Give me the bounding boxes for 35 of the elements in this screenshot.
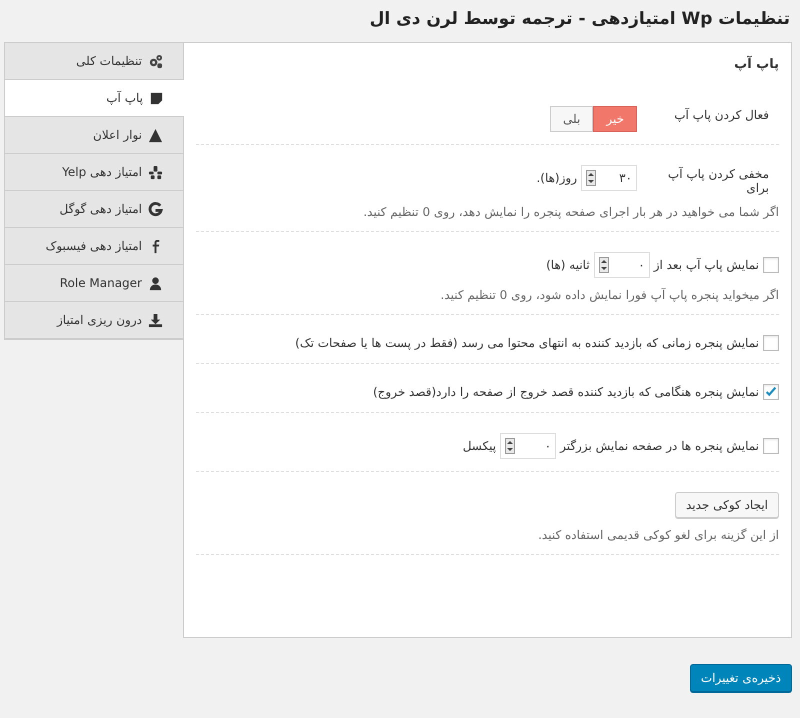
sidebar-tab[interactable]: پاپ آپ	[5, 80, 184, 117]
checkbox-label: نمایش پنجره ها در صفحه نمایش بزرگتر	[560, 439, 759, 453]
number-field[interactable]: ۰	[500, 433, 556, 459]
toggle-option[interactable]: بلی	[550, 106, 594, 132]
unit-label: روز(ها).	[536, 171, 577, 185]
g-letter-icon	[148, 202, 163, 216]
gears-icon	[148, 54, 163, 68]
unit-label: ثانیه (ها)	[546, 258, 590, 272]
save-button[interactable]: ذخیره‌ی تغییرات	[690, 664, 792, 692]
number-field[interactable]: ۳۰	[581, 165, 637, 191]
download-icon	[148, 312, 163, 328]
unit-label: پیکسل	[462, 439, 496, 453]
number-field[interactable]: ۰	[594, 252, 650, 278]
field-label: فعال کردن پاپ آپ	[673, 106, 770, 122]
warning-icon	[148, 128, 163, 142]
section-title: پاپ آپ	[733, 54, 779, 74]
field-description: از این گزینه برای لغو کوکی قدیمی استفاده کنید.	[537, 528, 779, 542]
field-description: اگر شما می خواهید در هر بار اجرای صفحه پنجره را نمایش دهد، روی 0 تنظیم کنید.	[362, 205, 779, 219]
new-cookie-button[interactable]: ایجاد کوکی جدید	[674, 492, 779, 518]
checkbox-label: نمایش پنجره زمانی که بازدید کننده به انتهای محتوا می رسد (فقط در پست ها یا صفحات تک)	[295, 336, 759, 350]
spinner-icon	[598, 257, 609, 273]
checkbox[interactable]	[763, 384, 779, 400]
field-description: اگر میخواید پنجره پاپ آپ فورا نمایش داده شود، روی 0 تنظیم کنید.	[440, 288, 779, 302]
checkbox[interactable]	[763, 438, 779, 454]
spinner-icon	[505, 438, 516, 454]
note-icon	[149, 90, 164, 106]
checkbox[interactable]	[763, 257, 779, 273]
checkbox[interactable]	[763, 335, 779, 351]
field-label: مخفی کردن پاپ آپ برای	[666, 166, 770, 195]
checkbox-label: نمایش پنجره هنگامی که بازدید کننده قصد خروج از صفحه را دارد(قصد خروج)	[372, 385, 759, 399]
user-icon	[148, 276, 163, 290]
page-title: تنظیمات Wp امتیازدهی - ترجمه توسط لرن دی ال	[368, 8, 791, 31]
spinner-icon	[586, 170, 596, 186]
burst-icon	[148, 164, 163, 180]
checkbox-label: نمایش پاپ آپ بعد از	[654, 258, 759, 272]
